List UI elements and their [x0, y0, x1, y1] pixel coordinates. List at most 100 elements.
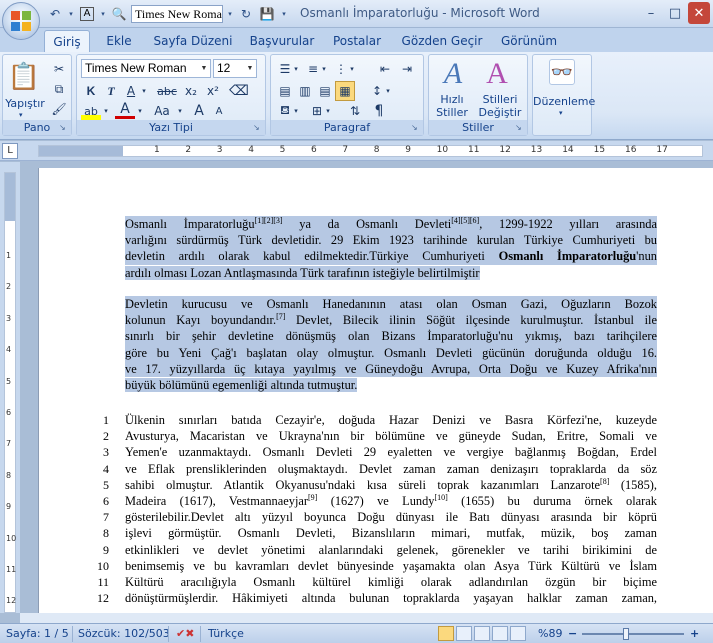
editing-dropdown-icon[interactable]: ▾ — [559, 107, 563, 120]
tab-basvurular[interactable]: Başvurular — [248, 30, 316, 52]
italic-button[interactable]: T — [101, 81, 121, 101]
paragraph-launcher-icon[interactable]: ↘ — [411, 123, 421, 133]
change-styles-icon[interactable]: A — [479, 57, 515, 91]
qat-font-box[interactable]: Times New Roman — [131, 5, 223, 23]
align-left-icon[interactable]: ▤ — [275, 81, 295, 101]
page-counter[interactable]: Sayfa: 1 / 5 — [6, 627, 69, 640]
change-case-dropdown-icon[interactable]: ▾ — [175, 101, 185, 121]
redo-icon[interactable]: ↻ — [237, 5, 255, 23]
paragraph-2[interactable]: Devletin kurucusu ve Osmanlı Hanedanının… — [125, 296, 657, 393]
print-preview-icon[interactable]: 🔍 — [110, 5, 128, 23]
print-layout-view-button[interactable] — [438, 626, 454, 641]
superscript-button[interactable]: x² — [203, 81, 223, 101]
font-size-dropdown-icon[interactable]: ▼ — [244, 60, 256, 77]
text-line[interactable]: Osmanlı İmparatorluğu[1][2][3] ya da Osm… — [125, 216, 657, 233]
font-name-combo[interactable]: Times New Roman ▼ — [81, 59, 211, 78]
bullets-dropdown-icon[interactable]: ▾ — [291, 59, 301, 79]
font-color-dropdown-icon[interactable]: ▾ — [135, 101, 145, 121]
line-spacing-dropdown-icon[interactable]: ▾ — [383, 81, 393, 101]
paste-icon[interactable]: 📋 — [8, 59, 40, 95]
text-line[interactable]: devletin ardılı olarak kabul edilmektedi… — [125, 248, 657, 265]
text-line[interactable]: etkinlikleri ve devlet yönetimi alanları… — [125, 542, 657, 558]
font-color-button[interactable]: A — [115, 101, 135, 119]
font-format-icon[interactable]: A — [78, 5, 96, 23]
underline-button[interactable]: A — [121, 81, 141, 101]
office-button[interactable] — [2, 2, 40, 40]
increase-indent-icon[interactable]: ⇥ — [397, 59, 417, 79]
text-line[interactable]: ve 17. yüzyıllarda üç kıtaya yayılmış ve… — [125, 360, 657, 377]
binoculars-icon[interactable]: 👓 — [549, 59, 575, 85]
tab-sayfa-duzeni[interactable]: Sayfa Düzeni — [152, 30, 234, 52]
text-line[interactable]: Kültürü aracılığıyla Osmanlı kültürel ki… — [125, 574, 657, 590]
zoom-slider-thumb[interactable] — [623, 628, 629, 640]
align-right-icon[interactable]: ▤ — [315, 81, 335, 101]
align-center-icon[interactable]: ▥ — [295, 81, 315, 101]
styles-launcher-icon[interactable]: ↘ — [515, 123, 525, 133]
text-line[interactable]: gösterilebilir.Devlet altı yüzyıl boyunc… — [125, 509, 657, 525]
multilevel-dropdown-icon[interactable]: ▾ — [347, 59, 357, 79]
document-area[interactable]: Osmanlı İmparatorluğu[1][2][3] ya da Osm… — [20, 162, 713, 613]
undo-icon[interactable]: ↶ — [46, 5, 64, 23]
shading-dropdown-icon[interactable]: ▾ — [291, 101, 301, 121]
font-name-dropdown-icon[interactable]: ▼ — [198, 60, 210, 77]
language-indicator[interactable]: Türkçe — [208, 627, 244, 640]
justify-icon[interactable]: ▦ — [335, 81, 355, 101]
text-line[interactable]: göre bu Yeni Çağ'ı başlatan olay olmuştu… — [125, 344, 657, 361]
customize-qat-icon[interactable]: ▾ — [279, 5, 289, 23]
quick-styles-button[interactable]: Hızlı Stiller — [431, 93, 473, 119]
text-line[interactable]: sınırlı bir şehir devletine dönüşmüş ola… — [125, 328, 657, 345]
close-button[interactable]: ✕ — [688, 2, 710, 24]
horizontal-scrollbar[interactable] — [20, 613, 713, 623]
numbering-dropdown-icon[interactable]: ▾ — [319, 59, 329, 79]
bold-button[interactable]: K — [81, 81, 101, 101]
qat-font-dropdown-icon[interactable]: ▾ — [226, 5, 234, 23]
paragraph-1[interactable]: Osmanlı İmparatorluğu[1][2][3] ya da Osm… — [125, 216, 657, 281]
decrease-indent-icon[interactable]: ⇤ — [375, 59, 395, 79]
text-line[interactable]: dönüştürmüşlerdir. Hâkimiyeti altında bu… — [125, 590, 657, 606]
text-line[interactable]: Avusturya, Macaristan ve Ukrayna'nın bir… — [125, 428, 657, 444]
text-line[interactable]: Devletin kurucusu ve Osmanlı Hanedanının… — [125, 296, 657, 313]
tab-gorunum[interactable]: Görünüm — [498, 30, 560, 52]
subscript-button[interactable]: x₂ — [181, 81, 201, 101]
cut-icon[interactable]: ✂ — [49, 59, 69, 79]
text-line[interactable]: kolunun Kayı boyundandır.[7] Devlet, Bil… — [125, 312, 657, 329]
format-dropdown-icon[interactable]: ▾ — [99, 5, 107, 23]
text-line[interactable]: ardılı olması Lozan Antlaşmasında Türk t… — [125, 265, 657, 281]
ruler-strip[interactable]: 1 2 3 4 5 6 7 8 9 10 11 12 13 14 15 16 17 — [38, 145, 703, 157]
borders-dropdown-icon[interactable]: ▾ — [323, 101, 333, 121]
shrink-font-button[interactable]: A — [209, 101, 229, 121]
quick-styles-icon[interactable]: A — [435, 57, 471, 91]
maximize-button[interactable]: □ — [664, 2, 686, 24]
copy-icon[interactable]: ⧉ — [49, 79, 69, 99]
vertical-ruler-strip[interactable]: 12345678910111213 — [4, 172, 16, 637]
draft-view-button[interactable] — [510, 626, 526, 641]
font-size-combo[interactable]: 12 ▼ — [213, 59, 257, 78]
text-line[interactable]: işlevi görmüştür. Osmanlı Devleti, Bizan… — [125, 525, 657, 541]
tab-ekle[interactable]: Ekle — [100, 30, 138, 52]
strikethrough-button[interactable]: abc — [157, 81, 177, 101]
outline-view-button[interactable] — [492, 626, 508, 641]
text-line[interactable]: varlığını sürdürmüş Türk devletidir. 29 … — [125, 232, 657, 249]
change-styles-button[interactable]: Stilleri Değiştir — [475, 93, 525, 119]
grow-font-button[interactable]: A — [189, 101, 209, 121]
page[interactable]: Osmanlı İmparatorluğu[1][2][3] ya da Osm… — [38, 168, 713, 613]
format-painter-icon[interactable]: 🖌 — [49, 99, 69, 119]
zoom-level[interactable]: %89 — [538, 627, 562, 640]
text-line[interactable]: ve Eflak prensliklerinden oluşmaktaydı. … — [125, 461, 657, 477]
proofing-icon[interactable]: ✔✖ — [176, 627, 194, 640]
tab-selector[interactable]: L — [2, 143, 18, 159]
paste-button-label[interactable]: Yapıştır — [5, 97, 45, 110]
sort-icon[interactable]: ⇅ — [345, 101, 365, 121]
text-line[interactable]: Ülkenin sınırları batıda Cezayir'e, doğu… — [125, 412, 657, 428]
zoom-slider-track[interactable] — [582, 633, 684, 635]
font-launcher-icon[interactable]: ↘ — [253, 123, 263, 133]
tab-giris[interactable]: Giriş — [44, 30, 90, 52]
text-line[interactable]: Yemen'e uzanmaktaydı. Osmanlı Devleti 29… — [125, 444, 657, 460]
text-line[interactable]: büyük bölümünü egemenliği altında tutmuş… — [125, 377, 657, 393]
paragraph-3[interactable]: Ülkenin sınırları batıda Cezayir'e, doğu… — [125, 412, 657, 606]
underline-dropdown-icon[interactable]: ▾ — [139, 81, 149, 101]
change-case-button[interactable]: Aa — [149, 101, 175, 121]
minimize-button[interactable]: – — [640, 2, 662, 24]
text-line[interactable]: benimsemiş ve bu kavramları devlet bünye… — [125, 558, 657, 574]
word-counter[interactable]: Sözcük: 102/503 — [78, 627, 170, 640]
